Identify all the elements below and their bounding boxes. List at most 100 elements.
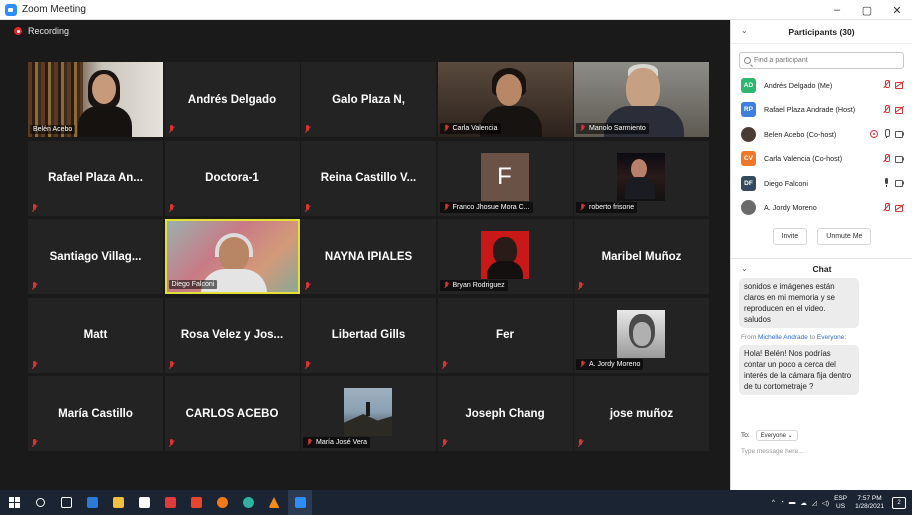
mic-muted-icon: [577, 439, 584, 448]
wifi-icon[interactable]: ◿: [812, 499, 817, 507]
participant-tile[interactable]: Doctora-1: [164, 140, 300, 216]
task-view-button[interactable]: [54, 490, 78, 515]
participant-tile[interactable]: Rafael Plaza An...: [28, 140, 163, 216]
taskbar-app[interactable]: [210, 490, 234, 515]
recording-indicator[interactable]: Recording: [14, 26, 69, 36]
taskbar-app[interactable]: [106, 490, 130, 515]
participant-list-name: Rafael Plaza Andrade (Host): [764, 105, 856, 115]
chevron-up-icon[interactable]: ^: [772, 499, 775, 506]
taskbar-app[interactable]: [288, 490, 312, 515]
participant-tile[interactable]: Libertad Gills: [301, 297, 436, 373]
mic-muted-icon: [443, 203, 449, 211]
participant-tile[interactable]: Santiago Villag...: [28, 219, 163, 294]
participant-row[interactable]: A. Jordy Moreno: [731, 196, 912, 221]
taskbar-app[interactable]: [80, 490, 104, 515]
cam-on-icon[interactable]: [895, 129, 904, 138]
participant-tile[interactable]: Diego Falconi: [164, 219, 300, 294]
participant-name: María José Vera: [316, 439, 367, 446]
cam-off-icon[interactable]: [895, 105, 904, 114]
start-button[interactable]: [2, 490, 26, 515]
participant-tile[interactable]: Manolo Sarmiento: [574, 62, 709, 137]
mic-off-icon[interactable]: [882, 80, 891, 89]
cam-on-icon[interactable]: [895, 178, 904, 187]
recipient-name[interactable]: Everyone:: [817, 334, 846, 341]
search-button[interactable]: [28, 490, 52, 515]
clock[interactable]: 7:57 PM 1/28/2021: [855, 495, 884, 511]
rec-ring-icon[interactable]: [870, 129, 878, 138]
cloud-icon[interactable]: ☁: [800, 499, 807, 507]
battery-icon[interactable]: ▬: [789, 499, 796, 506]
unmute-me-button[interactable]: Unmute Me: [817, 228, 872, 245]
participant-name: Diego Falconi: [171, 281, 215, 288]
mic-off-icon[interactable]: [882, 153, 891, 163]
participant-tile[interactable]: Joseph Chang: [437, 376, 573, 451]
mic-muted-icon: [577, 282, 584, 291]
participant-name-label: roberto frisone: [576, 201, 638, 213]
chat-input[interactable]: Type message here...: [741, 448, 804, 455]
participant-tile[interactable]: Bryan Rodriguez: [437, 219, 573, 294]
participant-tile[interactable]: roberto frisone: [574, 140, 709, 216]
participant-status-icons: [878, 178, 904, 187]
invite-button[interactable]: Invite: [772, 228, 808, 245]
participant-name-label: A. Jordy Moreno: [576, 358, 644, 370]
participant-row[interactable]: DF Diego Falconi: [731, 171, 912, 196]
mic-muted-icon: [441, 439, 448, 448]
taskbar-app[interactable]: [158, 490, 182, 515]
avatar: DF: [741, 175, 756, 191]
cam-off-icon[interactable]: [895, 203, 904, 212]
participant-display-name: Reina Castillo V...: [320, 172, 417, 184]
participant-display-name: Rafael Plaza An...: [48, 172, 143, 184]
app-icon: [164, 497, 176, 508]
edge-icon: [242, 497, 254, 508]
mic-off-icon[interactable]: [882, 104, 891, 114]
notification-button[interactable]: 2: [892, 496, 906, 509]
chat-recipient: To: Everyone ⌄: [741, 430, 798, 441]
close-button[interactable]: ✕: [882, 0, 912, 20]
participant-tile[interactable]: Galo Plaza N,: [301, 62, 436, 137]
minimize-button[interactable]: –: [822, 0, 852, 20]
participant-tile[interactable]: Carla Valencia: [437, 62, 573, 137]
participant-tile[interactable]: Reina Castillo V...: [301, 140, 436, 216]
language-indicator[interactable]: ESP US: [834, 495, 847, 511]
participant-row[interactable]: RP Rafael Plaza Andrade (Host): [731, 98, 912, 123]
network-icon[interactable]: ◔: [780, 499, 784, 506]
participant-tile[interactable]: Maribel Muñoz: [574, 219, 709, 294]
participant-tile[interactable]: Fer: [437, 297, 573, 373]
participant-display-name: Maribel Muñoz: [601, 250, 682, 263]
volume-icon[interactable]: ◁): [822, 499, 829, 507]
mic-muted-icon: [304, 203, 311, 213]
taskbar-app[interactable]: [262, 490, 286, 515]
participant-display-name: Galo Plaza N,: [332, 93, 405, 106]
mic-on-icon[interactable]: [882, 129, 891, 138]
participant-search-input[interactable]: [753, 57, 903, 64]
language-bottom: US: [836, 502, 846, 510]
participant-tile[interactable]: Matt: [28, 297, 163, 373]
participant-tile[interactable]: CARLOS ACEBO: [164, 376, 300, 451]
participant-tile[interactable]: NAYNA IPIALES: [301, 219, 436, 294]
recipient-select[interactable]: Everyone ⌄: [755, 430, 798, 441]
chevron-down-icon[interactable]: ⌄: [741, 26, 748, 35]
participant-photo: [617, 309, 665, 358]
participant-tile[interactable]: A. Jordy Moreno: [574, 297, 709, 373]
chat-message: sonidos e imágenes están claros en mi me…: [739, 278, 859, 328]
participant-tile[interactable]: Andrés Delgado: [164, 62, 300, 137]
taskbar-app[interactable]: [132, 490, 156, 515]
sender-name[interactable]: Michelle Andrade: [758, 334, 808, 341]
mic-on-dark-icon[interactable]: [882, 178, 891, 187]
participant-tile[interactable]: Belén Acebo: [28, 62, 163, 137]
cam-on-icon[interactable]: [895, 154, 904, 163]
participant-tile[interactable]: María José Vera: [301, 376, 436, 451]
participant-search[interactable]: [739, 52, 904, 69]
participant-row[interactable]: AD Andrés Delgado (Me): [731, 73, 912, 98]
participant-row[interactable]: CV Carla Valencia (Co-host): [731, 147, 912, 172]
maximize-button[interactable]: ▢: [852, 0, 882, 20]
participant-tile[interactable]: jose muñoz: [574, 376, 709, 451]
taskbar-app[interactable]: [236, 490, 260, 515]
participant-tile[interactable]: F Franco Jhosue Mora C...: [437, 140, 573, 216]
participant-tile[interactable]: María Castillo: [28, 376, 163, 451]
participant-tile[interactable]: Rosa Velez y Jos...: [164, 297, 300, 373]
cam-off-icon[interactable]: [895, 80, 904, 89]
mic-off-icon[interactable]: [882, 202, 891, 212]
participant-row[interactable]: Belen Acebo (Co-host): [731, 122, 912, 147]
taskbar-app[interactable]: [184, 490, 208, 515]
